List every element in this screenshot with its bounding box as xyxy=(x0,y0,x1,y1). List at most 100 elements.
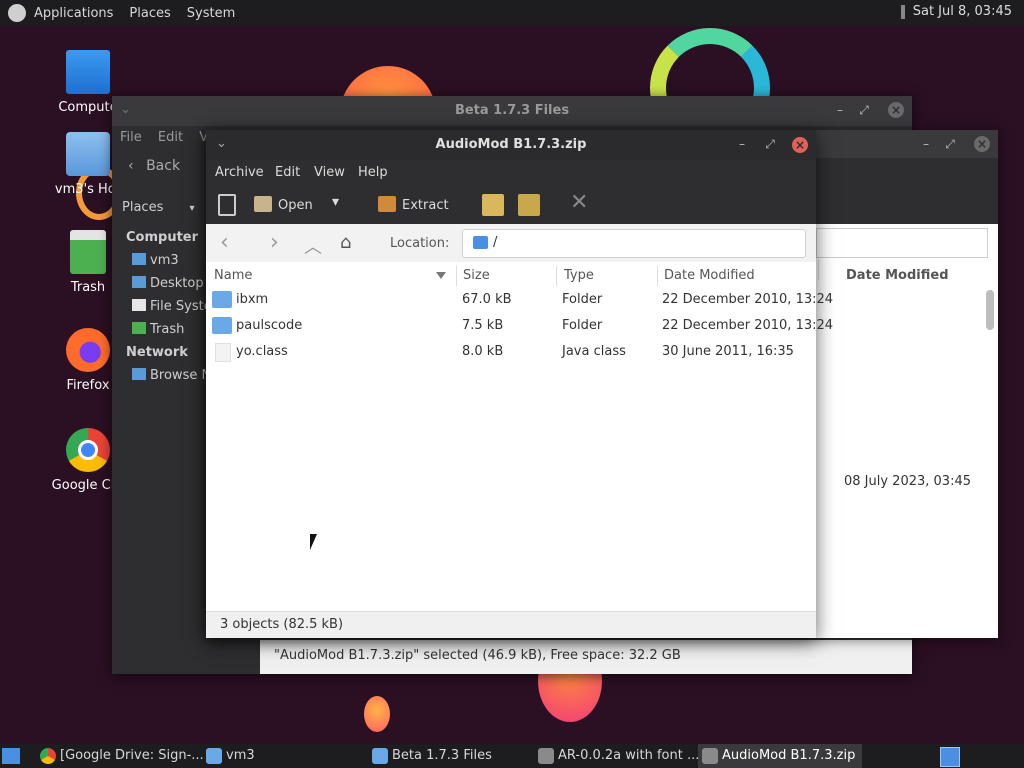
minimize-icon[interactable]: – xyxy=(832,102,848,118)
menubar: Archive Edit View Help xyxy=(206,160,816,188)
add-folder-button[interactable] xyxy=(518,194,546,217)
statusbar: "AudioMod B1.7.3.zip" selected (46.9 kB)… xyxy=(260,640,912,674)
folder-open-icon xyxy=(254,196,272,212)
column-header-date-modified[interactable]: Date Modified xyxy=(846,268,949,283)
show-desktop-icon[interactable] xyxy=(2,748,20,764)
trash-icon xyxy=(132,322,146,334)
chrome-icon xyxy=(40,748,56,764)
close-icon[interactable]: × xyxy=(888,102,904,118)
sidebar-item-trash[interactable]: Trash xyxy=(132,322,184,337)
open-dropdown-button[interactable]: ▾ xyxy=(332,194,339,210)
places-dropdown[interactable]: Places ▾ xyxy=(122,200,195,215)
list-row[interactable]: ibxm 67.0 kB Folder 22 December 2010, 13… xyxy=(206,288,833,314)
mouse-cursor-icon xyxy=(310,534,317,550)
list-row[interactable]: yo.class 8.0 kB Java class 30 June 2011,… xyxy=(206,340,816,366)
folder-icon xyxy=(212,291,232,308)
menu-view[interactable]: View xyxy=(314,165,345,180)
row-name: yo.class xyxy=(236,344,288,359)
clock[interactable]: Sat Jul 8, 03:45 xyxy=(913,4,1012,19)
column-header-type[interactable]: Type xyxy=(564,268,594,283)
stop-button[interactable]: ✕ xyxy=(570,190,588,215)
scrollbar[interactable] xyxy=(986,290,994,330)
archive-icon xyxy=(538,748,554,764)
menu-edit[interactable]: Edit xyxy=(158,130,183,145)
folder-icon xyxy=(372,748,388,764)
window-title: Beta 1.7.3 Files xyxy=(454,103,570,118)
window-title: AudioMod B1.7.3.zip xyxy=(435,137,587,152)
up-arrow-icon[interactable]: ︿ xyxy=(304,233,322,259)
sidebar-heading-computer: Computer xyxy=(126,230,199,245)
sort-descending-icon xyxy=(436,272,446,279)
status-text: 3 objects (82.5 kB) xyxy=(220,617,344,632)
location-input[interactable]: / xyxy=(462,229,806,258)
add-files-button[interactable] xyxy=(482,194,510,217)
minimize-icon[interactable]: – xyxy=(734,136,750,152)
home-folder-icon xyxy=(66,132,110,176)
folder-icon xyxy=(473,236,488,249)
menu-archive[interactable]: Archive xyxy=(215,165,264,180)
archive-icon xyxy=(702,748,718,764)
panel-handle-icon[interactable] xyxy=(900,4,905,19)
workspace-switcher-icon[interactable] xyxy=(940,747,960,767)
navigation-bar: ‹ › ︿ ⌂ Location: / xyxy=(206,224,816,262)
desktop: Applications Places System Sat Jul 8, 03… xyxy=(0,0,1024,768)
window-titlebar[interactable]: ⌄ AudioMod B1.7.3.zip – ⤢ × xyxy=(206,130,816,160)
location-value: / xyxy=(493,235,498,250)
window-titlebar[interactable]: ⌄ Beta 1.7.3 Files – ⤢ × xyxy=(112,96,912,126)
column-divider[interactable] xyxy=(657,266,658,286)
list-header: Name Size Type Date Modified xyxy=(206,264,816,288)
task-beta-files[interactable]: Beta 1.7.3 Files xyxy=(368,744,552,768)
task-google-drive[interactable]: [Google Drive: Sign-... xyxy=(36,744,220,768)
system-menu[interactable]: System xyxy=(187,6,235,21)
dropdown-arrow-icon: ▾ xyxy=(189,203,195,214)
toolbar: Open ▾ Extract ✕ xyxy=(206,188,816,224)
column-divider[interactable] xyxy=(556,266,557,286)
close-icon[interactable]: × xyxy=(792,137,808,153)
gnome-foot-icon[interactable] xyxy=(8,4,26,22)
task-audiomod-zip[interactable]: AudioMod B1.7.3.zip xyxy=(698,744,862,768)
column-header-date-modified[interactable]: Date Modified xyxy=(664,268,755,283)
status-text: "AudioMod B1.7.3.zip" selected (46.9 kB)… xyxy=(274,648,681,663)
sidebar-item-filesystem[interactable]: File Syste xyxy=(132,299,212,314)
list-row[interactable]: paulscode 7.5 kB Folder 22 December 2010… xyxy=(206,314,833,340)
sidebar-item-desktop[interactable]: Desktop xyxy=(132,276,204,291)
row-name: paulscode xyxy=(236,318,303,333)
add-files-icon xyxy=(482,194,504,216)
home-icon[interactable]: ⌂ xyxy=(340,232,351,253)
add-folder-icon xyxy=(518,194,540,216)
menu-file[interactable]: File xyxy=(120,130,142,145)
row-date: 22 December 2010, 13:24 xyxy=(662,292,834,307)
maximize-icon[interactable]: ⤢ xyxy=(942,136,958,152)
open-button[interactable]: Open xyxy=(254,196,313,213)
minimize-icon[interactable]: – xyxy=(918,136,934,152)
task-ar-archive[interactable]: AR-0.0.2a with font ... xyxy=(534,744,718,768)
task-vm3[interactable]: vm3 xyxy=(202,744,386,768)
location-field[interactable] xyxy=(816,228,988,258)
row-size: 67.0 kB xyxy=(462,292,512,307)
column-header-size[interactable]: Size xyxy=(463,268,490,283)
column-divider[interactable] xyxy=(456,266,457,286)
extract-button[interactable]: Extract xyxy=(378,196,449,213)
maximize-icon[interactable]: ⤢ xyxy=(762,136,778,152)
places-menu[interactable]: Places xyxy=(129,6,170,21)
row-type: Folder xyxy=(562,318,603,333)
trash-icon xyxy=(70,230,106,274)
location-label: Location: xyxy=(390,236,450,251)
forward-arrow-icon[interactable]: › xyxy=(270,230,279,255)
sidebar-item-vm3[interactable]: vm3 xyxy=(132,253,179,268)
maximize-icon[interactable]: ⤢ xyxy=(856,102,872,118)
home-icon xyxy=(132,253,146,265)
menu-edit[interactable]: Edit xyxy=(275,165,300,180)
menu-help[interactable]: Help xyxy=(358,165,388,180)
back-button[interactable]: ‹ Back xyxy=(128,158,180,174)
close-icon[interactable]: × xyxy=(974,136,990,152)
back-arrow-icon: ‹ xyxy=(128,158,134,174)
applications-menu[interactable]: Applications xyxy=(34,6,113,21)
new-archive-button[interactable] xyxy=(218,194,242,217)
sidebar-heading-network: Network xyxy=(126,345,188,360)
file-icon xyxy=(132,299,146,311)
sidebar-item-browse-network[interactable]: Browse N xyxy=(132,368,211,383)
back-arrow-icon[interactable]: ‹ xyxy=(220,230,229,255)
window-archive-manager[interactable]: ⌄ AudioMod B1.7.3.zip – ⤢ × Archive Edit… xyxy=(206,130,833,638)
column-header-name[interactable]: Name xyxy=(214,268,252,283)
